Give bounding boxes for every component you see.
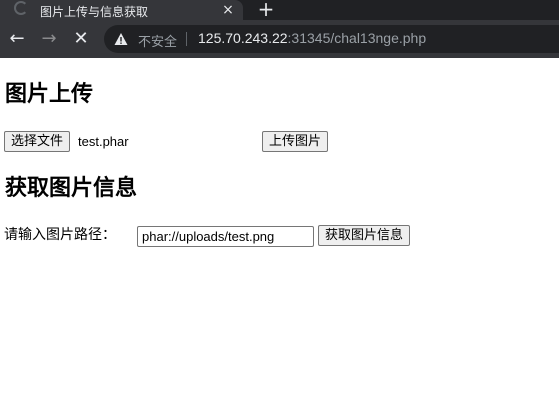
address-bar[interactable]: 不安全 125.70.243.22:31345/chal13nge.php — [104, 25, 559, 53]
warning-icon[interactable] — [114, 32, 128, 46]
loading-spinner-icon — [14, 1, 28, 15]
url-text[interactable]: 125.70.243.22:31345/chal13nge.php — [198, 30, 426, 46]
tab-title: 图片上传与信息获取 — [40, 5, 149, 19]
url-path: :31345/chal13nge.php — [287, 30, 427, 46]
forward-icon[interactable]: → — [38, 28, 60, 50]
upload-image-button[interactable]: 上传图片 — [262, 131, 329, 152]
new-tab-icon[interactable]: + — [256, 0, 276, 20]
page-content: 图片上传 选择文件 test.phar 上传图片 获取图片信息 请输入图片路径：… — [0, 58, 559, 402]
get-image-info-button[interactable]: 获取图片信息 — [318, 225, 411, 246]
choose-file-button[interactable]: 选择文件 — [4, 131, 71, 152]
path-label: 请输入图片路径： — [4, 227, 116, 243]
close-tab-icon[interactable]: × — [220, 2, 236, 18]
image-path-input[interactable]: phar://uploads/test.png — [137, 226, 314, 247]
selected-file-name: test.phar — [78, 134, 129, 149]
browser-toolbar: ← → ✕ 不安全 125.70.243.22:31345/chal13nge.… — [0, 20, 559, 58]
back-icon[interactable]: ← — [6, 28, 28, 50]
url-host: 125.70.243.22 — [198, 30, 288, 46]
tab-strip: 图片上传与信息获取 × + — [0, 0, 559, 20]
security-status[interactable]: 不安全 — [138, 31, 177, 50]
omnibox-divider — [186, 32, 187, 46]
image-info-heading: 获取图片信息 — [5, 176, 138, 201]
active-tab[interactable]: 图片上传与信息获取 × — [0, 0, 243, 20]
upload-heading: 图片上传 — [5, 82, 94, 107]
stop-loading-icon[interactable]: ✕ — [70, 28, 92, 50]
